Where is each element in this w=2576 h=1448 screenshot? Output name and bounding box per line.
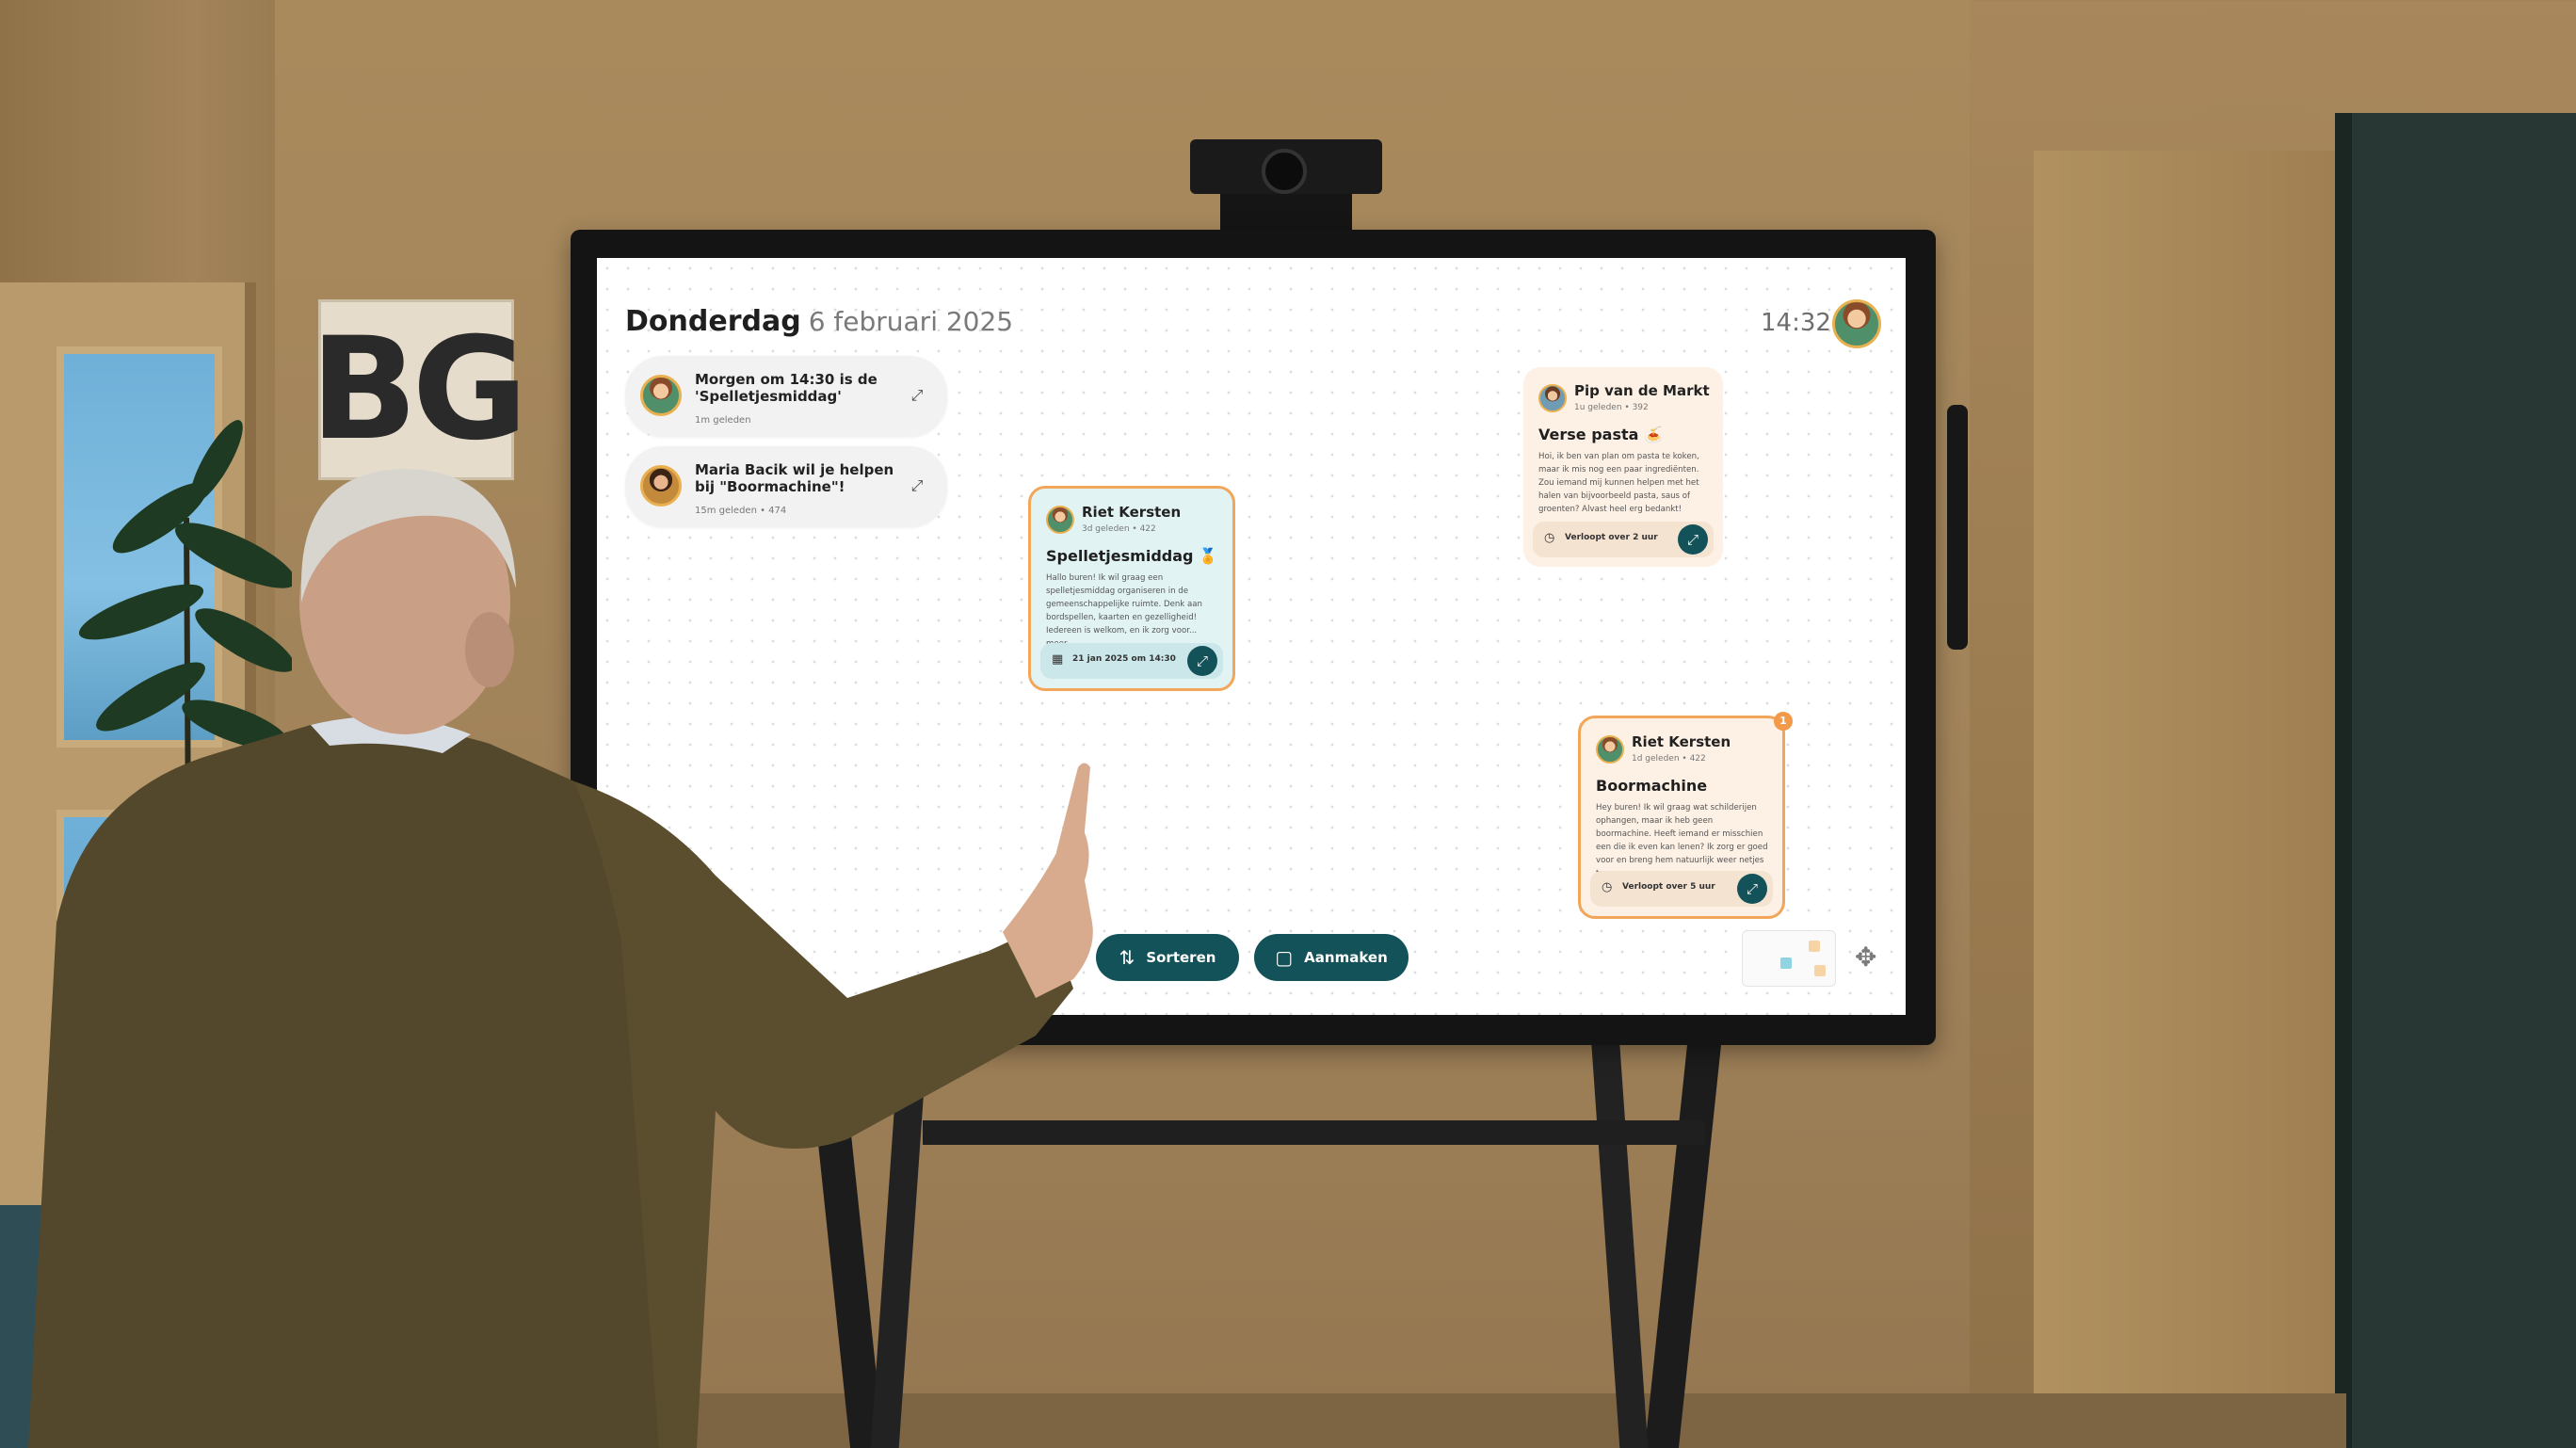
card-footer: ▦ 21 jan 2025 om 14:30 ⤢: [1040, 643, 1223, 679]
user-avatar[interactable]: [1832, 299, 1881, 348]
sort-label: Sorteren: [1146, 949, 1216, 966]
avatar: [640, 375, 682, 416]
card-title: Spelletjesmiddag 🏅: [1046, 547, 1217, 565]
floor: [275, 1393, 2346, 1448]
post-card-spelletjesmiddag[interactable]: Riet Kersten 3d geleden • 422 Spelletjes…: [1028, 486, 1235, 691]
bg-wall-sign: BG: [310, 299, 528, 480]
avatar: [1538, 384, 1567, 412]
webcam-lens: [1262, 149, 1307, 194]
day-label: Donderdag: [625, 305, 801, 338]
clock: 14:32: [1761, 309, 1831, 337]
card-footer: ◷ Verloopt over 5 uur ⤢: [1590, 871, 1773, 907]
card-body: Hoi, ik ben van plan om pasta te koken, …: [1538, 452, 1699, 514]
clock-icon: ◷: [1544, 531, 1555, 545]
floor-left: [0, 1205, 282, 1448]
right-doorway: [2335, 113, 2576, 1448]
minimap-card: [1814, 965, 1826, 976]
avatar: [1596, 735, 1624, 764]
card-title: Boormachine: [1596, 777, 1708, 795]
webcam-mount: [1220, 194, 1352, 230]
touch-screen: Donderdag 6 februari 2025 14:32 Morgen om…: [597, 258, 1906, 1015]
card-expiry: Verloopt over 2 uur: [1565, 533, 1658, 542]
notification-meta: 15m geleden • 474: [695, 506, 787, 516]
date-label: 6 februari 2025: [808, 306, 1014, 337]
display-handle: [1947, 405, 1968, 650]
calendar-icon: ▦: [1052, 652, 1064, 667]
notification-meta: 1m geleden: [695, 415, 751, 426]
card-date: 21 jan 2025 om 14:30: [1072, 654, 1176, 664]
card-body: Hallo buren! Ik wil graag een spelletjes…: [1046, 573, 1202, 649]
card-expiry: Verloopt over 5 uur: [1622, 882, 1715, 892]
card-meta: 1d geleden • 422: [1632, 754, 1706, 764]
clock-icon: ◷: [1602, 880, 1613, 894]
sort-button[interactable]: ⇅ Sorteren: [1096, 934, 1239, 981]
avatar: [640, 465, 682, 507]
note-icon: ▢: [1275, 946, 1294, 969]
expand-icon[interactable]: ⤢: [908, 386, 926, 405]
notification-title: Maria Bacik wil je helpen bij "Boormachi…: [695, 461, 894, 495]
post-card-verse-pasta[interactable]: Pip van de Markt 1u geleden • 392 Verse …: [1523, 367, 1723, 567]
card-title: Verse pasta 🍝: [1538, 426, 1663, 443]
expand-button[interactable]: ⤢: [1737, 874, 1767, 904]
notification-title: Morgen om 14:30 is de 'Spelletjesmiddag': [695, 371, 877, 405]
notification-item[interactable]: Maria Bacik wil je helpen bij "Boormachi…: [625, 446, 947, 527]
card-footer: ◷ Verloopt over 2 uur ⤢: [1533, 522, 1714, 557]
notification-item[interactable]: Morgen om 14:30 is de 'Spelletjesmiddag'…: [625, 356, 947, 437]
minimap[interactable]: [1742, 930, 1836, 987]
plant: [78, 420, 292, 838]
card-author: Riet Kersten: [1082, 504, 1182, 521]
create-button[interactable]: ▢ Aanmaken: [1254, 934, 1409, 981]
post-card-boormachine[interactable]: Riet Kersten 1d geleden • 422 Boormachin…: [1578, 716, 1785, 919]
expand-button[interactable]: ⤢: [1187, 646, 1217, 676]
bg-sign-text: BG: [310, 308, 527, 472]
notification-badge: 1: [1774, 712, 1793, 731]
right-door-frame: [2034, 151, 2335, 1448]
card-author: Pip van de Markt: [1574, 382, 1710, 399]
avatar: [1046, 506, 1074, 534]
card-meta: 1u geleden • 392: [1574, 403, 1649, 412]
minimap-card: [1809, 941, 1820, 952]
expand-icon[interactable]: ⤢: [908, 476, 926, 495]
create-label: Aanmaken: [1304, 949, 1388, 966]
card-author: Riet Kersten: [1632, 733, 1731, 750]
sort-icon: ⇅: [1119, 946, 1135, 969]
stand-crossbar: [923, 1120, 1704, 1145]
header-date: Donderdag 6 februari 2025: [625, 305, 1013, 338]
move-icon[interactable]: ✥: [1855, 941, 1876, 973]
expand-button[interactable]: ⤢: [1678, 524, 1708, 555]
card-body: Hey buren! Ik wil graag wat schilderijen…: [1596, 803, 1768, 878]
card-meta: 3d geleden • 422: [1082, 524, 1156, 534]
door-window-lower: [56, 810, 222, 1126]
minimap-card: [1780, 957, 1792, 969]
